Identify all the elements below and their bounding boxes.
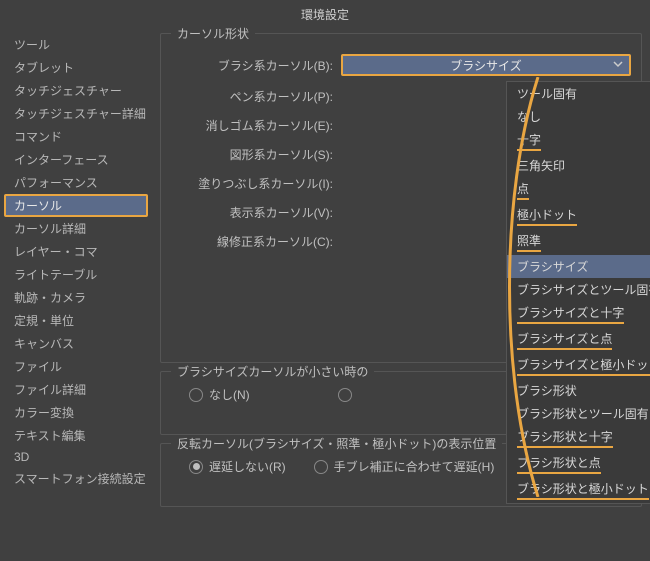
radio-icon (189, 460, 203, 474)
sidebar-item[interactable]: パフォーマンス (4, 171, 148, 194)
dropdown-item[interactable]: 十字 (507, 128, 650, 154)
sidebar-item[interactable]: タブレット (4, 56, 148, 79)
radio-icon (338, 388, 352, 402)
dropdown-item[interactable]: ブラシサイズと点 (507, 327, 650, 353)
line-correct-cursor-label: 線修正系カーソル(C): (171, 233, 341, 250)
radio-label: 手ブレ補正に合わせて遅延(H) (334, 458, 495, 475)
dropdown-item[interactable]: 点 (507, 177, 650, 203)
combo-value: ブラシサイズ (450, 57, 521, 74)
shape-cursor-label: 図形系カーソル(S): (171, 146, 341, 163)
view-cursor-label: 表示系カーソル(V): (171, 204, 341, 221)
dropdown-item[interactable]: ブラシ形状とツール固有 (507, 402, 650, 425)
dropdown-item[interactable]: ブラシサイズ (507, 255, 650, 278)
section-legend-2: ブラシサイズカーソルが小さい時の (171, 363, 374, 380)
dropdown-item[interactable]: 照準 (507, 229, 650, 255)
radio-icon (189, 388, 203, 402)
main-layout: ツールタブレットタッチジェスチャータッチジェスチャー詳細コマンドインターフェース… (0, 29, 650, 561)
dropdown-item[interactable]: なし (507, 105, 650, 128)
radio-delay[interactable]: 手ブレ補正に合わせて遅延(H) (314, 458, 495, 475)
sidebar-item[interactable]: タッチジェスチャー詳細 (4, 102, 148, 125)
radio-option-b[interactable] (338, 388, 352, 402)
pen-cursor-label: ペン系カーソル(P): (171, 88, 341, 105)
window-title: 環境設定 (0, 0, 650, 29)
dropdown-item[interactable]: ツール固有 (507, 82, 650, 105)
sidebar-item[interactable]: スマートフォン接続設定 (4, 467, 148, 490)
cursor-type-dropdown[interactable]: ツール固有なし十字三角矢印点極小ドット照準ブラシサイズブラシサイズとツール固有ブ… (506, 81, 650, 504)
radio-none[interactable]: なし(N) (189, 386, 250, 403)
dropdown-item[interactable]: ブラシ形状と点 (507, 451, 650, 477)
eraser-cursor-label: 消しゴム系カーソル(E): (171, 117, 341, 134)
dropdown-item[interactable]: ブラシサイズとツール固有 (507, 278, 650, 301)
dropdown-item[interactable]: ブラシ形状 (507, 379, 650, 402)
sidebar-item[interactable]: インターフェース (4, 148, 148, 171)
sidebar-item[interactable]: タッチジェスチャー (4, 79, 148, 102)
sidebar: ツールタブレットタッチジェスチャータッチジェスチャー詳細コマンドインターフェース… (0, 29, 152, 561)
brush-cursor-label: ブラシ系カーソル(B): (171, 57, 341, 74)
radio-no-delay[interactable]: 遅延しない(R) (189, 458, 286, 475)
dropdown-item[interactable]: 極小ドット (507, 203, 650, 229)
section-legend: カーソル形状 (171, 25, 255, 42)
sidebar-item[interactable]: ファイル (4, 355, 148, 378)
sidebar-item[interactable]: キャンバス (4, 332, 148, 355)
content-pane: カーソル形状 ブラシ系カーソル(B): ブラシサイズ ペン系カーソル(P): 消… (152, 29, 650, 561)
brush-cursor-combo[interactable]: ブラシサイズ (341, 54, 631, 76)
sidebar-item[interactable]: カーソル詳細 (4, 217, 148, 240)
sidebar-item[interactable]: ツール (4, 33, 148, 56)
sidebar-item[interactable]: カラー変換 (4, 401, 148, 424)
sidebar-item[interactable]: カーソル (4, 194, 148, 217)
radio-label: なし(N) (209, 386, 250, 403)
dropdown-item[interactable]: ブラシサイズと十字 (507, 301, 650, 327)
radio-icon (314, 460, 328, 474)
radio-label: 遅延しない(R) (209, 458, 286, 475)
section-legend-3: 反転カーソル(ブラシサイズ・照準・極小ドット)の表示位置 (171, 435, 502, 452)
fill-cursor-label: 塗りつぶし系カーソル(I): (171, 175, 341, 192)
sidebar-item[interactable]: ライトテーブル (4, 263, 148, 286)
sidebar-item[interactable]: レイヤー・コマ (4, 240, 148, 263)
sidebar-item[interactable]: ファイル詳細 (4, 378, 148, 401)
sidebar-item[interactable]: テキスト編集 (4, 424, 148, 447)
dropdown-item[interactable]: ブラシ形状と極小ドット (507, 477, 650, 503)
sidebar-item[interactable]: コマンド (4, 125, 148, 148)
dropdown-item[interactable]: ブラシ形状と十字 (507, 425, 650, 451)
dropdown-item[interactable]: 三角矢印 (507, 154, 650, 177)
sidebar-item[interactable]: 3D (4, 447, 148, 467)
chevron-down-icon (613, 58, 623, 72)
sidebar-item[interactable]: 定規・単位 (4, 309, 148, 332)
sidebar-item[interactable]: 軌跡・カメラ (4, 286, 148, 309)
dropdown-item[interactable]: ブラシサイズと極小ドット (507, 353, 650, 379)
